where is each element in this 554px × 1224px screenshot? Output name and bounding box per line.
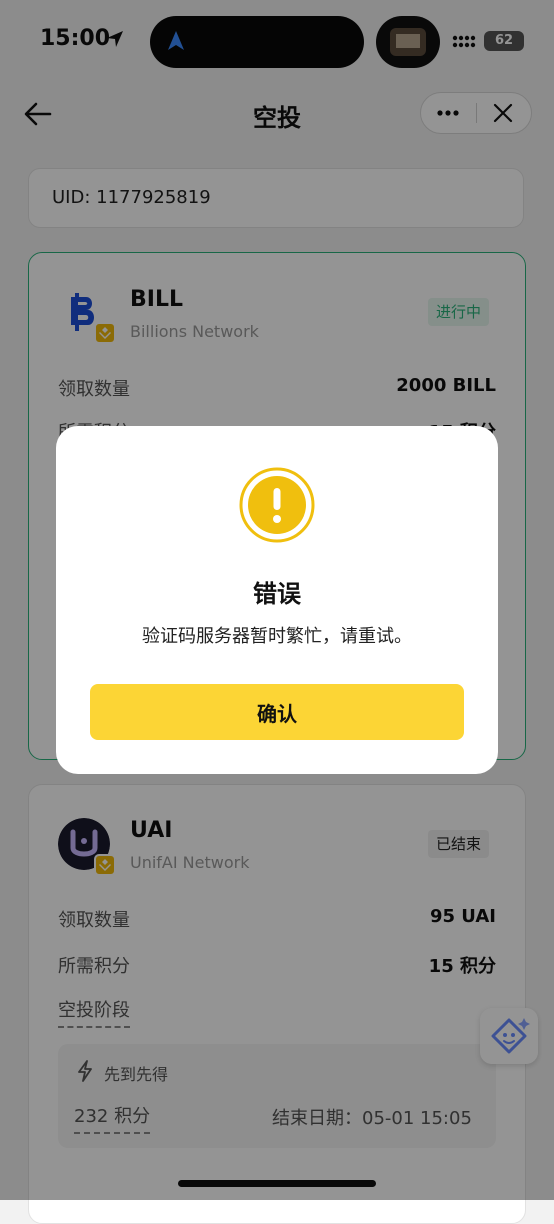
dialog-title: 错误: [253, 580, 301, 608]
confirm-button[interactable]: 确认: [90, 684, 464, 740]
warning-exclamation-icon: [239, 467, 315, 543]
dialog-message: 验证码服务器暂时繁忙，请重试。: [142, 626, 412, 647]
